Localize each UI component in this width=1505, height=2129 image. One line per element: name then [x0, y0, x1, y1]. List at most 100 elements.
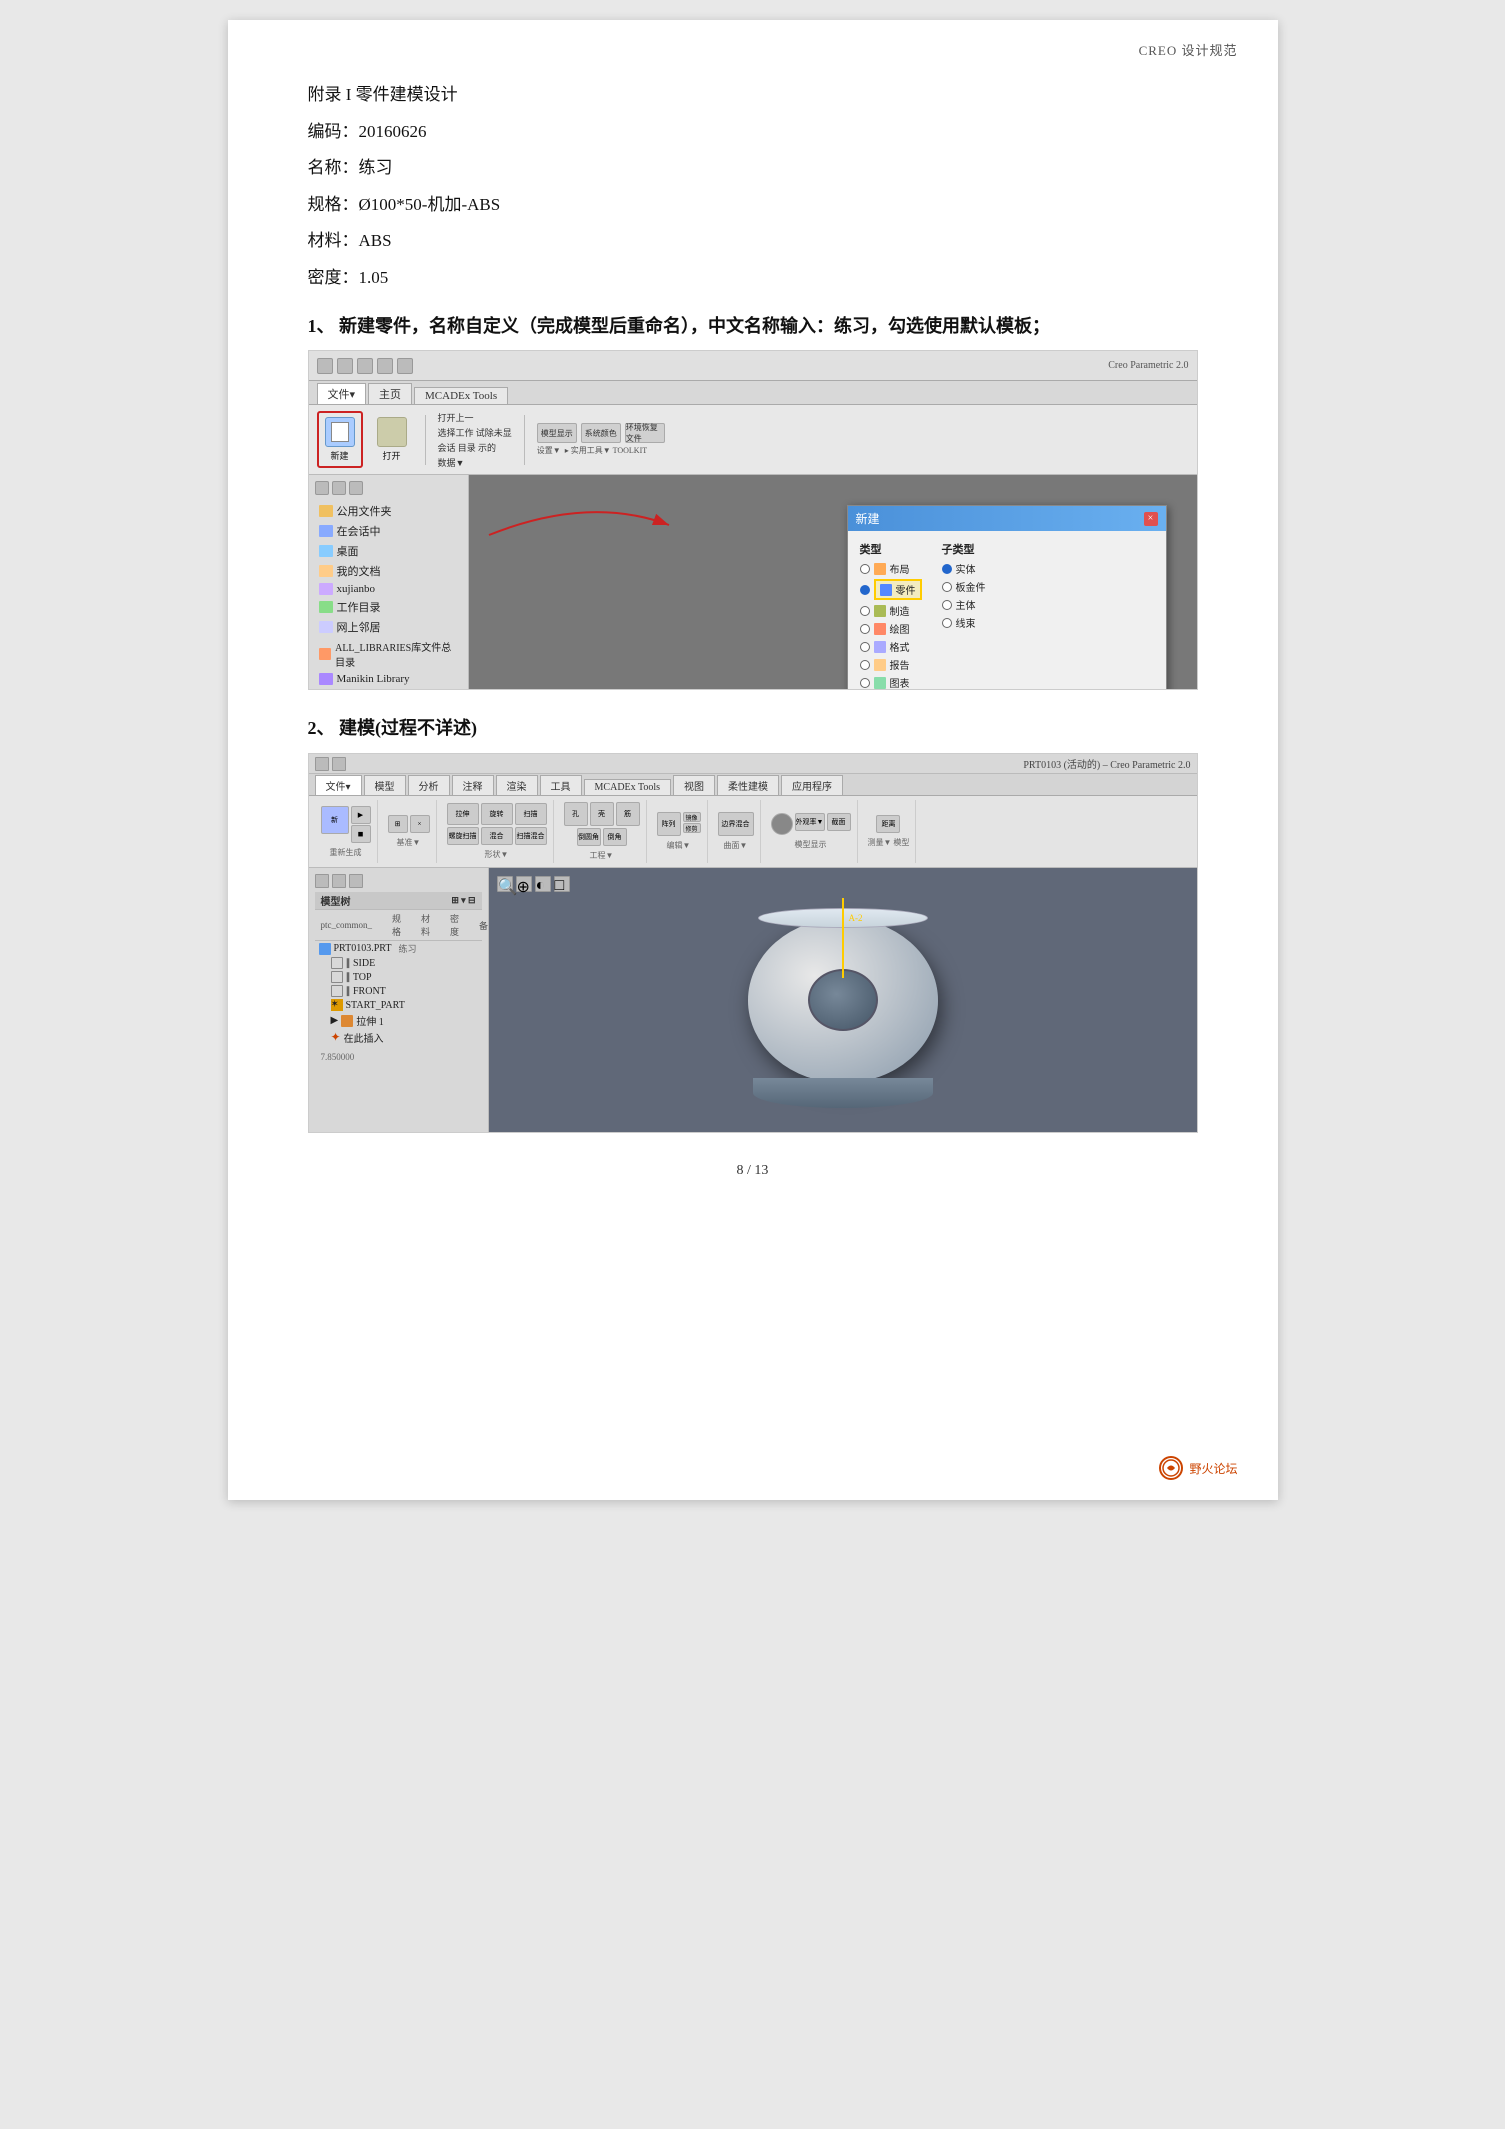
sidebar-item-desktop-label: 桌面 [337, 543, 359, 559]
radio-solid[interactable] [942, 564, 952, 574]
radio-layout[interactable] [860, 564, 870, 574]
ss2-tab-tools[interactable]: 工具 [540, 775, 582, 795]
mini-btn-2[interactable] [332, 757, 346, 771]
tree-mini-btn-2[interactable] [332, 874, 346, 888]
ss2-tab-flexible[interactable]: 柔性建模 [717, 775, 779, 795]
tree-item-side[interactable]: ∥ SIDE [327, 956, 482, 970]
shell-btn[interactable]: 壳 [590, 802, 614, 826]
solid-label: 实体 [956, 561, 976, 576]
appearance-btn[interactable]: 外观率▼ [795, 813, 825, 831]
tree-mini-btn-3[interactable] [349, 874, 363, 888]
tree-item-prt0103[interactable]: PRT0103.PRT 练习 [315, 941, 482, 956]
ss2-tab-apps[interactable]: 应用程序 [781, 775, 843, 795]
radio-sheetmetal[interactable] [942, 582, 952, 592]
sidebar-item-workdir[interactable]: 工作目录 [315, 597, 462, 617]
radio-body[interactable] [942, 600, 952, 610]
extrude-btn[interactable]: 拉伸 [447, 803, 479, 825]
subtype-col-header: 子类型 [942, 541, 986, 557]
radio-chart[interactable] [860, 678, 870, 688]
view-icon-3[interactable]: ◐ [535, 876, 551, 892]
sidebar-item-xujianbo[interactable]: xujianbo [315, 581, 462, 597]
view-icon-1[interactable]: 🔍 [497, 876, 513, 892]
radio-part[interactable] [860, 585, 870, 595]
tree-item-extrude1[interactable]: ▶ 拉伸 1 [327, 1012, 482, 1029]
env-restore-btn[interactable]: 环境恢复 文件 [625, 423, 665, 443]
ss2-save-btn[interactable]: ◼ [351, 825, 371, 843]
rib-btn[interactable]: 筋 [616, 802, 640, 826]
dialog-close-button[interactable]: × [1144, 512, 1158, 526]
view-icon-4[interactable]: □ [554, 876, 570, 892]
system-color-btn[interactable]: 系统颜色 [581, 423, 621, 443]
hole-btn[interactable]: 孔 [564, 802, 588, 826]
subtype-sheetmetal: 板金件 [942, 579, 986, 594]
view-icon-2[interactable]: ⊕ [516, 876, 532, 892]
header-right-text: CREO 设计规范 [1139, 40, 1238, 59]
sphere-btn[interactable] [771, 813, 793, 835]
round-btn[interactable]: 倒圆角 [577, 828, 601, 846]
sidebar-item-mydocs[interactable]: 我的文档 [315, 561, 462, 581]
ss2-tab-analysis[interactable]: 分析 [408, 775, 450, 795]
ribbon-sep-1 [425, 415, 426, 465]
tree-item-insert-here[interactable]: ✦ 在此插入 [327, 1029, 482, 1046]
radio-harness[interactable] [942, 618, 952, 628]
ss2-open-btn[interactable]: ▶ [351, 806, 371, 824]
radio-format[interactable] [860, 642, 870, 652]
distance-btn[interactable]: 距离 [876, 815, 900, 833]
ss2-tab-annotate[interactable]: 注释 [452, 775, 494, 795]
shape-tools-row: 拉伸 旋转 扫描 [447, 803, 547, 825]
radio-report[interactable] [860, 660, 870, 670]
tab-file[interactable]: 文件▾ [317, 383, 367, 404]
tree-item-top[interactable]: ∥ TOP [327, 970, 482, 984]
trim-btn[interactable]: 修剪 [683, 823, 701, 833]
tree-item-front[interactable]: ∥ FRONT [327, 984, 482, 998]
radio-manufacture[interactable] [860, 606, 870, 616]
mini-btn-1[interactable] [315, 757, 329, 771]
ss2-tab-render[interactable]: 渲染 [496, 775, 538, 795]
ss2-tab-view[interactable]: 视图 [673, 775, 715, 795]
sidebar-item-session[interactable]: 在会话中 [315, 521, 462, 541]
sidebar-item-manikin[interactable]: Manikin Library [315, 671, 462, 687]
tree-mini-btn-1[interactable] [315, 874, 329, 888]
view-mini-toolbar: 🔍 ⊕ ◐ □ [497, 876, 570, 892]
type-report: 报告 [860, 657, 922, 672]
layout-icon [874, 563, 886, 575]
blend-btn[interactable]: 混合 [481, 827, 513, 845]
brand-logo: 野火论坛 [1159, 1456, 1237, 1480]
ss2-tab-mcadex[interactable]: MCADEx Tools [584, 779, 672, 795]
point-btn[interactable]: × [410, 815, 430, 833]
helical-sweep-btn[interactable]: 螺旋扫描 [447, 827, 479, 845]
side-label: ∥ SIDE [346, 958, 376, 969]
ss2-new-btn[interactable]: 新 [321, 806, 349, 834]
ribbon-ops-label: 数据▼ [438, 456, 512, 469]
ss2-tab-model[interactable]: 模型 [364, 775, 406, 795]
sidebar-item-libraries[interactable]: ALL_LIBRARIES库文件总目录 [315, 637, 462, 671]
spec-label: 规格： [308, 195, 359, 214]
plane-btn[interactable]: ⊞ [388, 815, 408, 833]
base-label: 基准▼ [397, 837, 421, 848]
top-plane-icon [331, 971, 343, 983]
sidebar-item-network[interactable]: 网上邻居 [315, 617, 462, 637]
pattern-btn[interactable]: 阵列 [657, 812, 681, 836]
sidebar-item-common-folder[interactable]: 公用文件夹 [315, 501, 462, 521]
sidebar-item-favorites[interactable]: 收藏夹 [315, 687, 462, 689]
section-btn[interactable]: 截面 [827, 813, 851, 831]
radio-drawing[interactable] [860, 624, 870, 634]
tab-mcadex[interactable]: MCADEx Tools [414, 387, 508, 404]
start-part-label: START_PART [346, 1000, 405, 1011]
tree-header: 模型树 ⊞ ▾ ⊟ [315, 892, 482, 910]
sweep-btn[interactable]: 扫描 [515, 803, 547, 825]
revolve-btn[interactable]: 旋转 [481, 803, 513, 825]
boundary-merge-btn[interactable]: 边界混合 [718, 812, 754, 836]
sidebar-item-manikin-label: Manikin Library [337, 673, 410, 685]
chamfer-btn[interactable]: 倒角 [603, 828, 627, 846]
new-btn-label[interactable]: 新建 [330, 449, 348, 462]
subtype-column: 子类型 实体 板金件 [942, 541, 986, 689]
tree-item-start-part[interactable]: ✶ START_PART [327, 998, 482, 1012]
mirror-btn[interactable]: 镜像 [683, 812, 701, 822]
open-btn-label[interactable]: 打开 [382, 449, 400, 462]
sweep-blend-btn[interactable]: 扫描混合 [515, 827, 547, 845]
sidebar-item-desktop[interactable]: 桌面 [315, 541, 462, 561]
model-display-btn[interactable]: 模型显示 [537, 423, 577, 443]
ss2-tab-file[interactable]: 文件▾ [315, 775, 362, 795]
tab-home[interactable]: 主页 [368, 383, 412, 404]
